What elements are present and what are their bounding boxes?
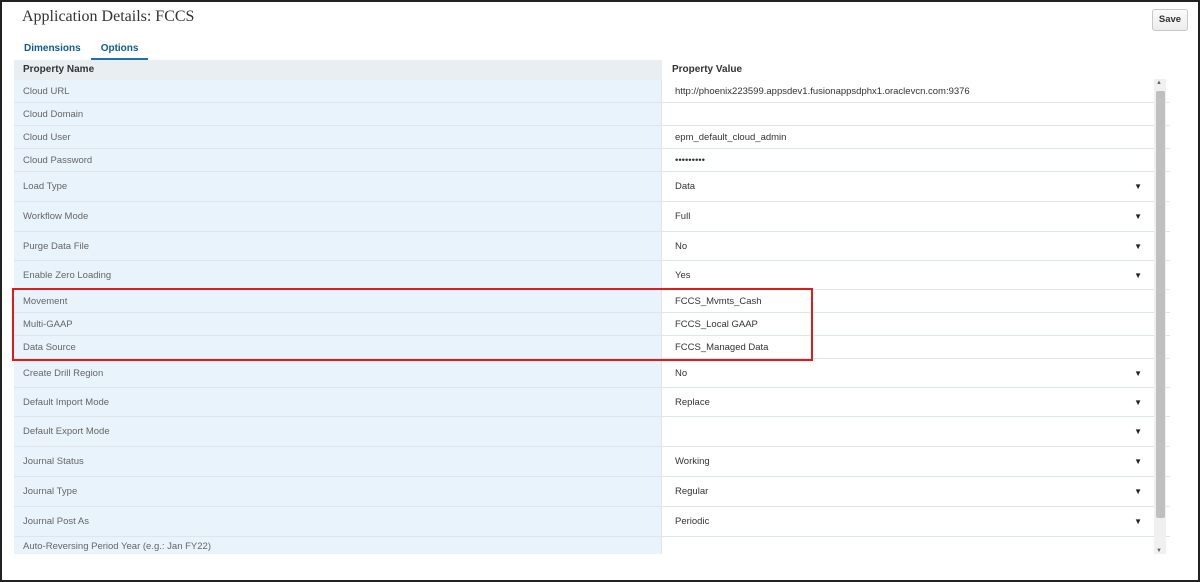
property-value-select[interactable]: Yes ▼ [662,261,1170,289]
property-name-cell: Cloud URL [14,80,662,102]
property-value-select[interactable]: Replace ▼ [662,388,1170,416]
property-name-cell: Journal Post As [14,507,662,536]
property-name-cell: Cloud User [14,126,662,148]
property-value-field[interactable]: ••••••••• [662,149,1170,171]
page-title: Application Details: FCCS [22,8,195,25]
property-value-text: Working [675,456,710,467]
property-name-cell: Auto-Reversing Period Year (e.g.: Jan FY… [14,537,662,554]
property-value-text: ••••••••• [675,155,705,166]
property-value-select[interactable]: Full ▼ [662,202,1170,231]
grid-body: Cloud URL http://phoenix223599.appsdev1.f… [14,80,1170,554]
property-value-select[interactable]: No ▼ [662,232,1170,260]
property-value-text: http://phoenix223599.appsdev1.fusionapps… [675,86,970,97]
property-name-cell: Cloud Password [14,149,662,171]
property-value-text: epm_default_cloud_admin [675,132,787,143]
table-row[interactable]: Enable Zero Loading Yes ▼ [14,261,1170,290]
property-value-select[interactable]: Data ▼ [662,172,1170,201]
property-value-text: Regular [675,486,709,497]
property-value-field[interactable]: http://phoenix223599.appsdev1.fusionapps… [662,80,1170,102]
property-name-cell: Default Export Mode [14,417,662,446]
property-name-cell: Journal Status [14,447,662,476]
table-row[interactable]: Movement FCCS_Mvmts_Cash [14,290,1170,313]
property-name-cell: Movement [14,290,662,312]
table-row[interactable]: Cloud User epm_default_cloud_admin [14,126,1170,149]
scroll-thumb[interactable] [1156,91,1165,518]
property-name-cell: Workflow Mode [14,202,662,231]
property-value-text: Full [675,211,691,222]
vertical-scrollbar[interactable]: ▲ ▼ [1154,79,1166,554]
property-value-text: Yes [675,270,691,281]
property-value-text: Data [675,181,696,192]
property-name-cell: Data Source [14,336,662,358]
caret-down-icon[interactable]: ▼ [1134,232,1142,261]
property-value-text: FCCS_Local GAAP [675,319,758,330]
table-row[interactable]: Load Type Data ▼ [14,172,1170,202]
property-name-cell: Default Import Mode [14,388,662,416]
table-row[interactable]: Cloud Password ••••••••• [14,149,1170,172]
property-name-cell: Journal Type [14,477,662,506]
table-row[interactable]: Create Drill Region No ▼ [14,359,1170,388]
caret-down-icon[interactable]: ▼ [1134,172,1142,202]
tab-options[interactable]: Options [90,41,149,60]
property-value-field[interactable] [662,537,1170,554]
column-header-property-name[interactable]: Property Name [14,60,662,80]
scroll-up-arrow-icon[interactable]: ▲ [1156,80,1162,86]
caret-down-icon[interactable]: ▼ [1134,261,1142,290]
property-value-select[interactable]: No ▼ [662,359,1170,387]
table-row[interactable]: Purge Data File No ▼ [14,232,1170,261]
table-row[interactable]: Journal Type Regular ▼ [14,477,1170,507]
property-value-select[interactable]: Regular ▼ [662,477,1170,506]
property-value-field[interactable] [662,103,1170,125]
property-name-cell: Create Drill Region [14,359,662,387]
tab-dimensions[interactable]: Dimensions [14,41,91,58]
table-row[interactable]: Cloud Domain [14,103,1170,126]
properties-grid: Property Name Property Value Cloud URL ht… [14,60,1170,554]
property-value-text: FCCS_Mvmts_Cash [675,296,762,307]
table-row[interactable]: Auto-Reversing Period Year (e.g.: Jan FY… [14,537,1170,554]
caret-down-icon[interactable]: ▼ [1134,447,1142,477]
property-value-field[interactable]: FCCS_Local GAAP [662,313,1170,335]
table-row[interactable]: Default Export Mode ▼ [14,417,1170,447]
column-header-property-value[interactable]: Property Value [662,60,1170,80]
table-row[interactable]: Multi-GAAP FCCS_Local GAAP [14,313,1170,336]
property-name-cell: Enable Zero Loading [14,261,662,289]
property-name-cell: Multi-GAAP [14,313,662,335]
property-value-text: FCCS_Managed Data [675,342,769,353]
property-value-select[interactable]: Working ▼ [662,447,1170,476]
property-value-field[interactable]: epm_default_cloud_admin [662,126,1170,148]
property-name-cell: Load Type [14,172,662,201]
table-row[interactable]: Cloud URL http://phoenix223599.appsdev1.f… [14,80,1170,103]
table-row[interactable]: Journal Post As Periodic ▼ [14,507,1170,537]
caret-down-icon[interactable]: ▼ [1134,477,1142,507]
table-row[interactable]: Default Import Mode Replace ▼ [14,388,1170,417]
property-value-select[interactable]: ▼ [662,417,1170,446]
property-value-field[interactable]: FCCS_Managed Data [662,336,1170,358]
caret-down-icon[interactable]: ▼ [1134,359,1142,388]
property-value-select[interactable]: Periodic ▼ [662,507,1170,536]
caret-down-icon[interactable]: ▼ [1134,507,1142,537]
tab-bar: Dimensions Options [14,38,149,60]
table-row[interactable]: Data Source FCCS_Managed Data [14,336,1170,359]
caret-down-icon[interactable]: ▼ [1134,202,1142,232]
property-value-text: Periodic [675,516,710,527]
property-value-field[interactable]: FCCS_Mvmts_Cash [662,290,1170,312]
grid-header: Property Name Property Value [14,60,1170,80]
property-value-text: Replace [675,397,710,408]
table-row[interactable]: Journal Status Working ▼ [14,447,1170,477]
property-name-cell: Cloud Domain [14,103,662,125]
scroll-down-arrow-icon[interactable]: ▼ [1156,548,1162,554]
caret-down-icon[interactable]: ▼ [1134,417,1142,447]
save-button[interactable]: Save [1152,9,1188,31]
table-row[interactable]: Workflow Mode Full ▼ [14,202,1170,232]
caret-down-icon[interactable]: ▼ [1134,388,1142,417]
property-value-text: No [675,368,688,379]
property-name-cell: Purge Data File [14,232,662,260]
property-value-text: No [675,241,688,252]
